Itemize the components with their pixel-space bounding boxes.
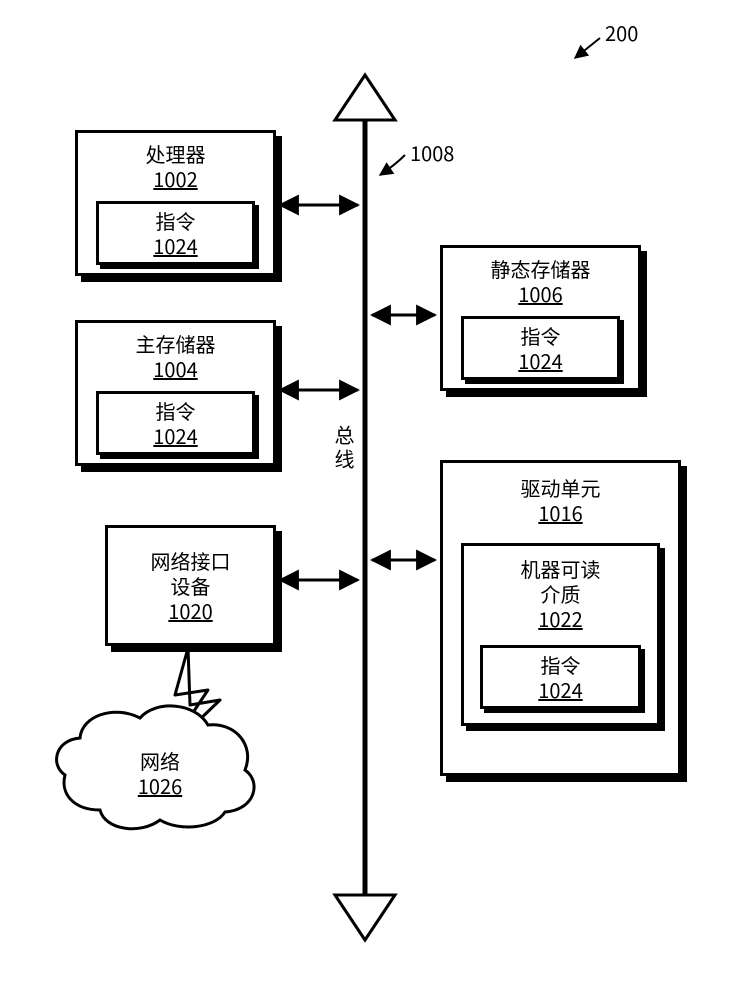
medium-num: 1022 — [464, 606, 657, 631]
processor-num: 1002 — [78, 166, 273, 191]
processor-block: 处理器 1002 指令 1024 — [75, 130, 276, 276]
processor-label: 处理器 — [78, 141, 273, 166]
figure-ref: 200 — [605, 18, 638, 47]
static-memory-num: 1006 — [443, 281, 638, 306]
main-memory-instr-label: 指令 — [99, 398, 252, 423]
medium-block: 机器可读 介质 1022 指令 1024 — [461, 543, 660, 726]
processor-instr-block: 指令 1024 — [96, 201, 255, 265]
medium-instr-label: 指令 — [483, 652, 638, 677]
main-memory-instr-block: 指令 1024 — [96, 391, 255, 455]
netif-block: 网络接口 设备 1020 — [105, 525, 276, 646]
network-num: 1026 — [95, 773, 225, 798]
medium-label-2: 介质 — [464, 581, 657, 606]
drive-block: 驱动单元 1016 机器可读 介质 1022 指令 1024 — [440, 460, 681, 776]
netif-label-1: 网络接口 — [108, 548, 273, 573]
network-label: 网络 — [95, 748, 225, 773]
network-cloud-text: 网络 1026 — [95, 748, 225, 798]
bus-label: 总线 — [330, 425, 359, 473]
static-memory-block: 静态存储器 1006 指令 1024 — [440, 245, 641, 391]
main-memory-block: 主存储器 1004 指令 1024 — [75, 320, 276, 466]
netif-num: 1020 — [108, 598, 273, 623]
medium-instr-num: 1024 — [483, 677, 638, 702]
main-memory-label: 主存储器 — [78, 331, 273, 356]
drive-num: 1016 — [443, 500, 678, 525]
static-memory-instr-label: 指令 — [464, 323, 617, 348]
bus-ref: 1008 — [410, 138, 454, 167]
medium-instr-block: 指令 1024 — [480, 645, 641, 709]
main-memory-instr-num: 1024 — [99, 423, 252, 448]
static-memory-instr-block: 指令 1024 — [461, 316, 620, 380]
netif-label-2: 设备 — [108, 573, 273, 598]
medium-label-1: 机器可读 — [464, 556, 657, 581]
processor-instr-label: 指令 — [99, 208, 252, 233]
processor-instr-num: 1024 — [99, 233, 252, 258]
drive-label: 驱动单元 — [443, 475, 678, 500]
static-memory-instr-num: 1024 — [464, 348, 617, 373]
main-memory-num: 1004 — [78, 356, 273, 381]
static-memory-label: 静态存储器 — [443, 256, 638, 281]
